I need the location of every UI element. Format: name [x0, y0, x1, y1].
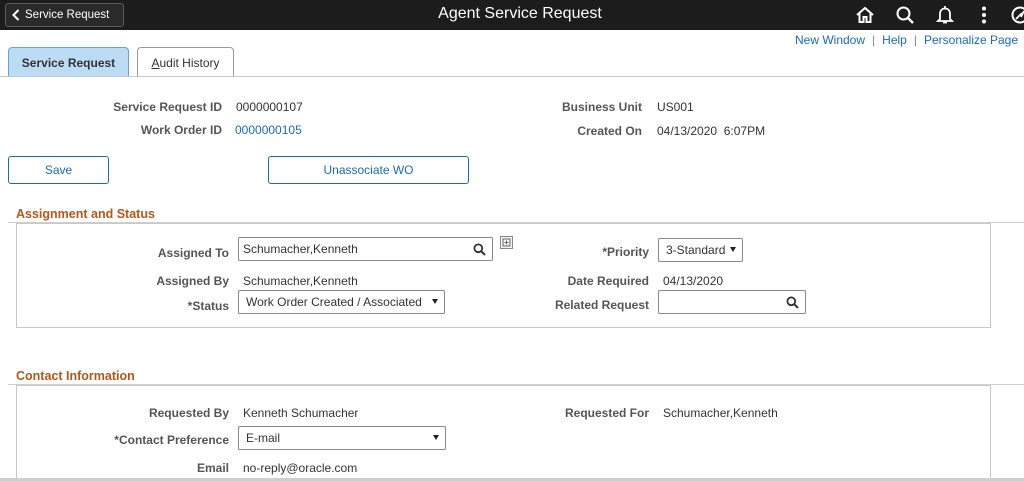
contact-section-title: Contact Information: [16, 369, 135, 383]
new-window-link[interactable]: New Window: [795, 33, 865, 47]
priority-value: 3-Standard: [666, 243, 726, 257]
home-icon[interactable]: [855, 5, 875, 25]
service-request-id-value: 0000000107: [236, 100, 303, 114]
business-unit-value: US001: [657, 100, 694, 114]
assigned-by-label: Assigned By: [156, 274, 229, 288]
email-label: Email: [196, 461, 229, 475]
requested-for-label: Requested For: [564, 406, 649, 420]
tab-label: Service Request: [21, 55, 116, 70]
notification-icon[interactable]: [935, 5, 955, 25]
assigned-by-value: Schumacher,Kenneth: [243, 274, 358, 288]
date-required-label: Date Required: [567, 274, 649, 288]
chevron-down-icon: [730, 247, 736, 252]
help-link[interactable]: Help: [882, 33, 907, 47]
status-value: Work Order Created / Associated: [246, 295, 422, 309]
tab-divider: [0, 76, 1024, 77]
assigned-to-label: Assigned To: [157, 246, 229, 260]
related-actions-icon[interactable]: [500, 236, 513, 252]
search-icon[interactable]: [895, 5, 915, 25]
chevron-down-icon: [433, 435, 439, 440]
contact-preference-value: E-mail: [246, 431, 281, 445]
assignment-section-title: Assignment and Status: [16, 207, 155, 221]
contact-preference-select[interactable]: E-mail: [238, 426, 446, 450]
more-icon[interactable]: [974, 5, 994, 25]
unassociate-wo-button[interactable]: Unassociate WO: [268, 156, 469, 184]
search-icon[interactable]: [786, 296, 799, 309]
page-links: New Window | Help | Personalize Page: [795, 33, 1018, 47]
requested-by-label: Requested By: [148, 406, 229, 420]
status-select[interactable]: Work Order Created / Associated: [238, 290, 445, 314]
search-icon[interactable]: [473, 243, 486, 256]
save-button[interactable]: Save: [8, 156, 109, 184]
work-order-id-link[interactable]: 0000000105: [235, 123, 302, 137]
status-label: *Status: [187, 299, 229, 313]
related-request-input[interactable]: [658, 290, 806, 314]
requested-for-value: Schumacher,Kenneth: [663, 406, 778, 420]
service-request-id-label: Service Request ID: [113, 100, 222, 114]
app-header: Service Request Agent Service Request: [0, 0, 1024, 30]
chevron-down-icon: [432, 299, 438, 304]
created-on-label: Created On: [577, 124, 642, 138]
tab-label: Audit History: [151, 55, 220, 70]
link-separator: |: [913, 33, 917, 47]
date-required-value: 04/13/2020: [663, 274, 724, 288]
navbar-icon[interactable]: [1010, 5, 1024, 25]
business-unit-label: Business Unit: [561, 100, 642, 114]
email-value: no-reply@oracle.com: [243, 461, 358, 475]
personalize-link[interactable]: Personalize Page: [924, 33, 1018, 47]
work-order-id-label: Work Order ID: [140, 123, 222, 137]
requested-by-value: Kenneth Schumacher: [243, 406, 359, 420]
created-on-value: 04/13/2020 6:07PM: [657, 124, 766, 138]
tab-accesskey: A: [151, 55, 160, 70]
assigned-to-input[interactable]: Schumacher,Kenneth: [238, 237, 493, 261]
assigned-to-value: Schumacher,Kenneth: [243, 242, 358, 256]
tab-audit-history[interactable]: Audit History: [137, 47, 234, 77]
link-separator: |: [872, 33, 876, 47]
contact-preference-label: *Contact Preference: [114, 433, 229, 447]
priority-select[interactable]: 3-Standard: [658, 238, 743, 262]
related-request-label: Related Request: [554, 298, 649, 312]
tab-service-request[interactable]: Service Request: [8, 47, 129, 77]
priority-label: *Priority: [602, 245, 649, 259]
